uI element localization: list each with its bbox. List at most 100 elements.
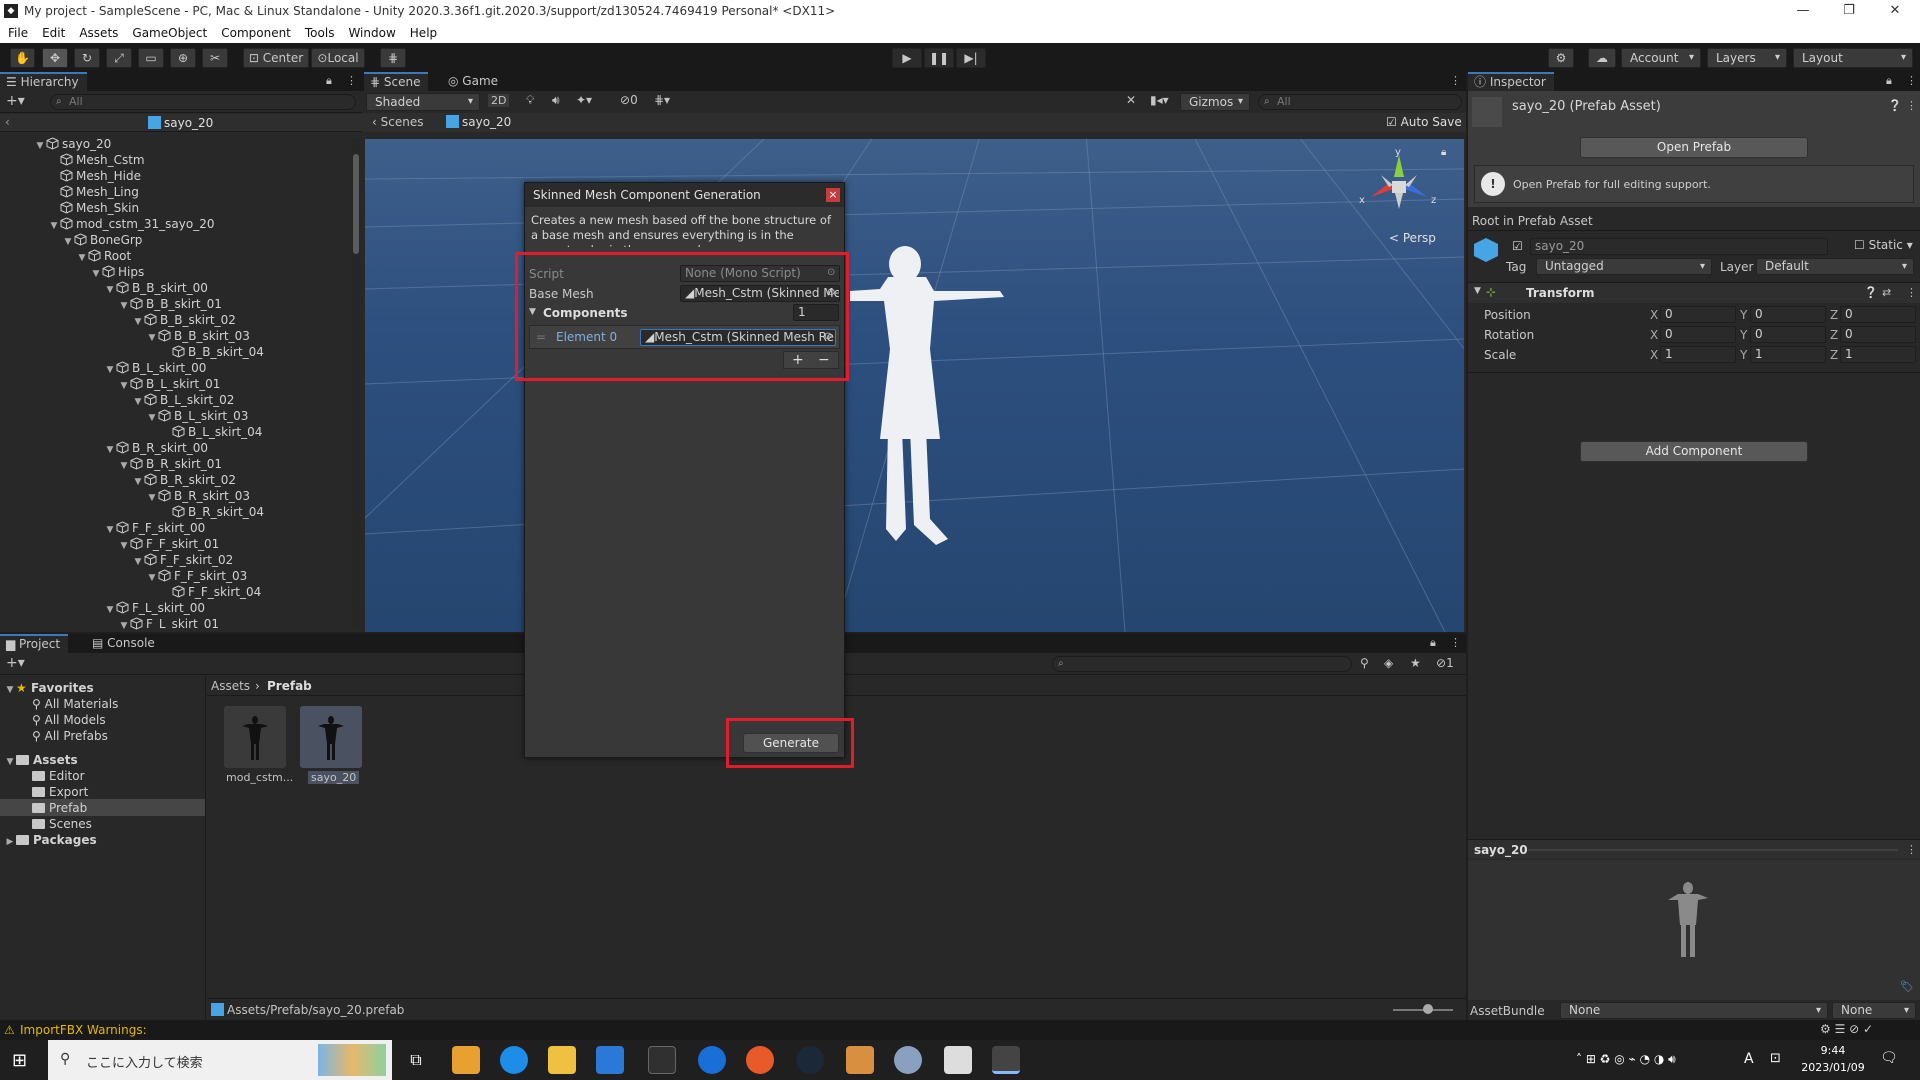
breadcrumb-assets[interactable]: Assets	[211, 679, 250, 693]
expand-arrow-icon[interactable]: ▼	[90, 266, 102, 282]
rect-tool-icon[interactable]: ▭	[138, 48, 164, 68]
expand-arrow-icon[interactable]: ▼	[118, 378, 130, 394]
breadcrumb-scenes[interactable]: ‹ Scenes	[372, 115, 423, 129]
effects-icon[interactable]: ✦▾	[576, 93, 592, 107]
notification-icon[interactable]: 🗨︎	[1880, 1050, 1898, 1066]
grid-icon[interactable]: ⋕▾	[654, 93, 670, 107]
expand-arrow-icon[interactable]: ▼	[104, 522, 116, 538]
transform-tool-icon[interactable]: ⊕	[170, 48, 196, 68]
play-button[interactable]: ▶	[892, 48, 922, 68]
breadcrumb-prefab-folder[interactable]: Prefab	[267, 679, 312, 693]
hierarchy-item[interactable]: ▼ B_R_skirt_02	[132, 472, 236, 488]
close-icon[interactable]: ✕	[1872, 0, 1918, 24]
transform-y-field[interactable]: 0	[1750, 306, 1826, 323]
active-checkbox[interactable]: ☑	[1512, 239, 1523, 253]
pause-button[interactable]: ❚❚	[924, 48, 954, 68]
hierarchy-item[interactable]: ▼ Hips	[90, 264, 145, 282]
menu-tools[interactable]: Tools	[298, 24, 342, 43]
hierarchy-item[interactable]: ▼ B_L_skirt_00	[104, 360, 207, 376]
task-view-icon[interactable]: ⧉	[402, 1046, 430, 1074]
ime-indicator[interactable]: A	[1744, 1051, 1754, 1067]
audio-icon[interactable]: 🔊︎	[552, 93, 560, 108]
assetbundle-dropdown[interactable]: None	[1560, 1002, 1828, 1019]
hierarchy-item[interactable]: Mesh_Hide	[48, 168, 141, 184]
project-search-input[interactable]	[1052, 656, 1352, 672]
tag-dropdown[interactable]: Untagged	[1536, 258, 1712, 275]
dialog-close-icon[interactable]: ×	[826, 188, 840, 202]
assets-header[interactable]: ▼ Assets	[4, 752, 78, 768]
expand-arrow-icon[interactable]: ▼	[34, 138, 46, 154]
tab-scene[interactable]: ⋕ Scene	[364, 72, 429, 91]
app-icon[interactable]	[894, 1046, 922, 1074]
cloud-icon[interactable]: ☁	[1588, 48, 1616, 68]
assetbundle-variant-dropdown[interactable]: None	[1832, 1002, 1916, 1019]
lighting-icon[interactable]: 💡︎	[526, 93, 534, 108]
clock-time[interactable]: 9:44	[1800, 1044, 1866, 1057]
account-dropdown[interactable]: Account	[1621, 48, 1701, 68]
transform-z-field[interactable]: 0	[1840, 326, 1916, 343]
slider-handle[interactable]	[1423, 1004, 1433, 1014]
collab-icon[interactable]: ⚙	[1548, 48, 1574, 68]
tab-inspector[interactable]: ⓘ Inspector	[1468, 72, 1554, 91]
expand-arrow-icon[interactable]: ▼	[146, 410, 158, 426]
hierarchy-item[interactable]: ▼ F_F_skirt_03	[146, 568, 248, 586]
taskbar-search-input[interactable]: ⚲ ここに入力して検索	[48, 1040, 392, 1080]
hierarchy-item[interactable]: ▼ F_L_skirt_00	[104, 600, 206, 616]
mail-icon[interactable]	[596, 1046, 624, 1074]
hierarchy-item[interactable]: ▼ BoneGrp	[62, 232, 143, 250]
hierarchy-item[interactable]: ▼ F_F_skirt_01	[118, 536, 220, 554]
breadcrumb-prefab[interactable]: sayo_20	[446, 115, 511, 129]
toggle-2d-button[interactable]: 2D	[488, 94, 510, 107]
clock-date[interactable]: 2023/01/09	[1800, 1061, 1866, 1074]
menu-file[interactable]: File	[0, 24, 35, 43]
layer-dropdown[interactable]: Default	[1756, 258, 1914, 275]
perspective-label[interactable]: < Persp	[1389, 231, 1436, 245]
more-options-icon[interactable]: ⋮	[346, 74, 357, 87]
custom-tool-icon[interactable]: ✂	[202, 48, 228, 68]
expand-arrow-icon[interactable]: ▼	[132, 554, 144, 570]
object-name-field[interactable]: sayo_20	[1530, 238, 1828, 255]
auto-save-toggle[interactable]: ☑ Auto Save	[1386, 115, 1462, 129]
expand-arrow-icon[interactable]: ▼	[132, 394, 144, 410]
status-icons[interactable]: ⚙ ☰ ⊘ ✓	[1820, 1022, 1873, 1036]
transform-z-field[interactable]: 0	[1840, 306, 1916, 323]
transform-y-field[interactable]: 1	[1750, 346, 1826, 363]
menu-edit[interactable]: Edit	[35, 24, 72, 43]
create-plus-icon[interactable]: +▾	[6, 93, 25, 109]
hierarchy-item[interactable]: ▼ mod_cstm_31_sayo_20	[48, 216, 215, 232]
lock-icon[interactable]: 🔒︎	[326, 74, 332, 88]
expand-arrow-icon[interactable]: ▼	[118, 298, 130, 314]
inspector-more-icon[interactable]: ⋮	[1906, 74, 1917, 87]
expand-arrow-icon[interactable]: ▼	[62, 234, 74, 250]
status-warning-text[interactable]: ImportFBX Warnings:	[20, 1023, 147, 1037]
hierarchy-item[interactable]: B_L_skirt_04	[160, 424, 262, 440]
hierarchy-item[interactable]: ▼ B_L_skirt_03	[146, 408, 249, 426]
camera-icon[interactable]: ▮◂▾	[1150, 93, 1169, 107]
gizmos-dropdown[interactable]: Gizmos	[1180, 93, 1250, 111]
hierarchy-item[interactable]: B_R_skirt_04	[160, 504, 264, 520]
rotate-tool-icon[interactable]: ↻	[74, 48, 100, 68]
hierarchy-item[interactable]: ▼ B_B_skirt_00	[104, 280, 208, 296]
transform-more-icon[interactable]: ⋮	[1906, 286, 1917, 299]
asset-thumb-mod-cstm[interactable]	[224, 706, 286, 768]
expand-arrow-icon[interactable]: ▼	[118, 538, 130, 554]
layers-dropdown[interactable]: Layers	[1707, 48, 1787, 68]
hierarchy-item[interactable]: ▼ B_B_skirt_01	[118, 296, 222, 312]
hidden-packages-toggle[interactable]: ⊘1	[1436, 656, 1454, 670]
tab-console[interactable]: ▤ Console	[86, 634, 163, 653]
expand-arrow-icon[interactable]: ▼	[118, 618, 130, 630]
project-more-icon[interactable]: ⋮	[1450, 636, 1461, 649]
scene-search-input[interactable]: All	[1258, 94, 1462, 110]
hierarchy-item[interactable]: ▼ B_R_skirt_01	[118, 456, 222, 472]
transform-z-field[interactable]: 1	[1840, 346, 1916, 363]
hierarchy-item[interactable]: ▼ F_F_skirt_02	[132, 552, 234, 570]
expand-arrow-icon[interactable]: ▼	[146, 570, 158, 586]
hierarchy-item[interactable]: Mesh_Cstm	[48, 152, 145, 168]
tab-project[interactable]: ▆ Project	[0, 634, 69, 653]
hierarchy-item[interactable]: Mesh_Skin	[48, 200, 139, 216]
edge-icon[interactable]	[500, 1046, 528, 1074]
grid-snap-icon[interactable]: ⋕	[380, 48, 406, 68]
preview-header[interactable]: sayo_20 ⋮	[1468, 839, 1920, 859]
expand-arrow-icon[interactable]: ▼	[132, 314, 144, 330]
gizmo-lock-icon[interactable]: 🔒︎	[1441, 147, 1446, 158]
